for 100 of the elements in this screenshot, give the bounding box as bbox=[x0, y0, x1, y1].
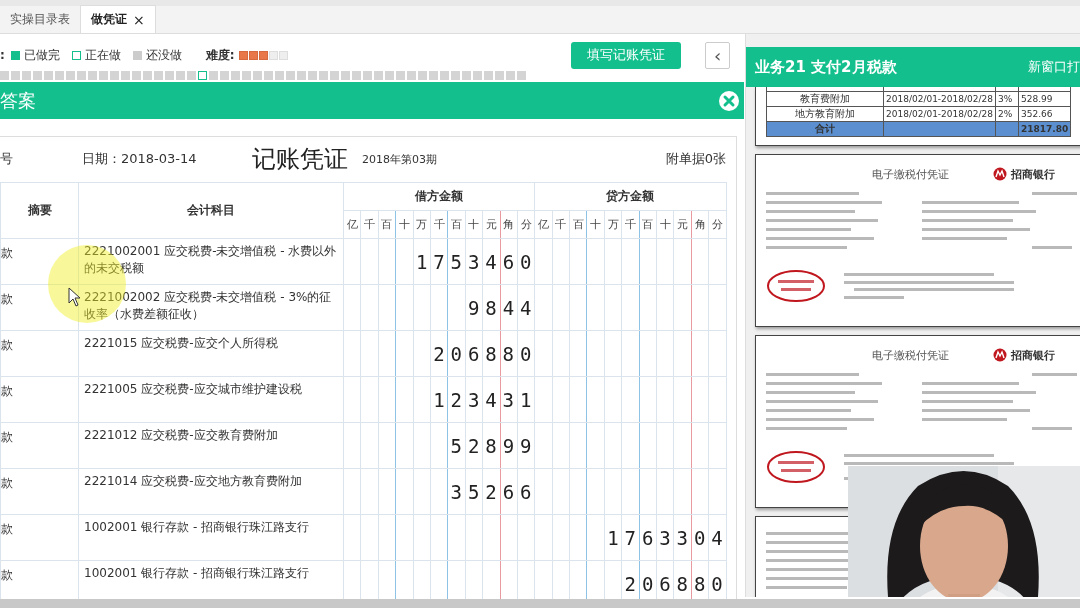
step-marker[interactable] bbox=[44, 71, 53, 80]
digit-unit-header: 千 bbox=[430, 210, 448, 239]
table-cell: 2221012 应交税费-应交教育费附加 bbox=[78, 422, 344, 469]
digit-unit-header: 十 bbox=[656, 210, 674, 239]
step-marker[interactable] bbox=[0, 71, 9, 80]
bank-logo-icon bbox=[993, 348, 1007, 362]
step-marker[interactable] bbox=[495, 71, 504, 80]
step-marker[interactable] bbox=[396, 71, 405, 80]
bank-logo-icon bbox=[993, 167, 1007, 181]
step-marker[interactable] bbox=[385, 71, 394, 80]
table-cell: 2% bbox=[995, 106, 1019, 122]
step-marker[interactable] bbox=[319, 71, 328, 80]
step-marker[interactable] bbox=[242, 71, 251, 80]
legend-label: 还没做 bbox=[145, 46, 182, 64]
tab[interactable]: 做凭证 × bbox=[80, 5, 156, 33]
digit-unit-header: 十 bbox=[395, 210, 414, 239]
step-marker[interactable] bbox=[165, 71, 174, 80]
step-marker[interactable] bbox=[187, 71, 196, 80]
legend-swatch-icon bbox=[71, 50, 81, 60]
step-marker[interactable] bbox=[77, 71, 86, 80]
legend-label: : bbox=[0, 48, 5, 62]
debit-amount: 123431 bbox=[433, 388, 538, 411]
table-cell: 款 bbox=[0, 238, 79, 285]
digit-unit-header: 元 bbox=[673, 210, 692, 239]
debit-amount: 9844 bbox=[467, 296, 538, 319]
step-marker[interactable] bbox=[220, 71, 229, 80]
table-cell: 2221014 应交税费-应交地方教育费附加 bbox=[78, 468, 344, 515]
step-marker[interactable] bbox=[374, 71, 383, 80]
voucher-title: 记账凭证 bbox=[252, 144, 348, 175]
bank-name: 招商银行 bbox=[1011, 166, 1055, 182]
step-marker[interactable] bbox=[352, 71, 361, 80]
legend-swatch-icon bbox=[10, 50, 20, 60]
digit-unit-header: 万 bbox=[413, 210, 431, 239]
step-marker[interactable] bbox=[22, 71, 31, 80]
step-marker[interactable] bbox=[231, 71, 240, 80]
legend-label: 正在做 bbox=[84, 46, 121, 64]
table-cell: 地方教育附加 bbox=[766, 106, 884, 122]
step-marker[interactable] bbox=[88, 71, 97, 80]
digit-unit-header: 千 bbox=[621, 210, 640, 239]
column-header: 摘要 bbox=[0, 182, 79, 239]
step-marker[interactable] bbox=[99, 71, 108, 80]
column-header: 贷方金额 bbox=[534, 182, 727, 211]
stamp-icon bbox=[766, 269, 826, 303]
digit-unit-header: 十 bbox=[465, 210, 483, 239]
step-marker[interactable] bbox=[330, 71, 339, 80]
step-marker[interactable] bbox=[462, 71, 471, 80]
table-cell: 教育费附加 bbox=[766, 91, 884, 107]
step-marker[interactable] bbox=[429, 71, 438, 80]
step-marker[interactable] bbox=[407, 71, 416, 80]
step-marker[interactable] bbox=[264, 71, 273, 80]
table-cell: 352.66 bbox=[1018, 106, 1071, 122]
table-cell: 款 bbox=[0, 514, 79, 561]
table-cell: 2221015 应交税费-应交个人所得税 bbox=[78, 330, 344, 377]
step-marker[interactable] bbox=[517, 71, 526, 80]
step-marker[interactable] bbox=[121, 71, 130, 80]
step-marker[interactable] bbox=[440, 71, 449, 80]
stamp-icon bbox=[766, 450, 826, 484]
table-cell: 2221002002 应交税费-未交增值税 - 3%的征收率（水费差额征收） bbox=[78, 284, 344, 331]
step-marker[interactable] bbox=[363, 71, 372, 80]
step-marker[interactable] bbox=[451, 71, 460, 80]
step-marker[interactable] bbox=[253, 71, 262, 80]
difficulty-label: 难度: bbox=[205, 46, 235, 64]
step-marker[interactable] bbox=[176, 71, 185, 80]
close-icon[interactable] bbox=[718, 89, 740, 112]
digit-unit-header: 亿 bbox=[534, 210, 553, 239]
step-marker[interactable] bbox=[154, 71, 163, 80]
step-marker[interactable] bbox=[473, 71, 482, 80]
step-marker[interactable] bbox=[297, 71, 306, 80]
voucher-date: 日期：2018-03-14 bbox=[82, 150, 198, 168]
digit-unit-header: 角 bbox=[500, 210, 518, 239]
step-marker[interactable] bbox=[418, 71, 427, 80]
step-marker[interactable] bbox=[209, 71, 218, 80]
step-marker[interactable] bbox=[286, 71, 295, 80]
step-marker[interactable] bbox=[308, 71, 317, 80]
step-marker[interactable] bbox=[506, 71, 515, 80]
step-marker[interactable] bbox=[275, 71, 284, 80]
step-marker[interactable] bbox=[33, 71, 42, 80]
table-cell: 2221002001 应交税费-未交增值税 - 水费以外的未交税额 bbox=[78, 238, 344, 285]
step-marker[interactable] bbox=[341, 71, 350, 80]
cursor-icon bbox=[68, 287, 82, 307]
step-marker[interactable] bbox=[110, 71, 119, 80]
voucher-period: 2018年第03期 bbox=[362, 151, 437, 167]
table-cell: 528.99 bbox=[1018, 91, 1071, 107]
step-marker[interactable] bbox=[11, 71, 20, 80]
tab[interactable]: 实操目录表 bbox=[0, 6, 80, 33]
back-button[interactable]: ‹ bbox=[705, 41, 730, 69]
task-header: 业务21 支付2月税款 新窗口打 bbox=[746, 47, 1080, 87]
digit-unit-header: 万 bbox=[604, 210, 622, 239]
table-cell: 款 bbox=[0, 376, 79, 423]
step-marker[interactable] bbox=[132, 71, 141, 80]
table-cell: 3% bbox=[995, 91, 1019, 107]
step-marker[interactable] bbox=[66, 71, 75, 80]
step-marker[interactable] bbox=[484, 71, 493, 80]
column-header: 借方金额 bbox=[343, 182, 535, 211]
step-marker[interactable] bbox=[198, 71, 207, 80]
step-marker[interactable] bbox=[143, 71, 152, 80]
debit-amount: 206880 bbox=[433, 342, 538, 365]
digit-unit-header: 千 bbox=[360, 210, 379, 239]
debit-amount: 1753460 bbox=[415, 250, 538, 273]
step-marker[interactable] bbox=[55, 71, 64, 80]
